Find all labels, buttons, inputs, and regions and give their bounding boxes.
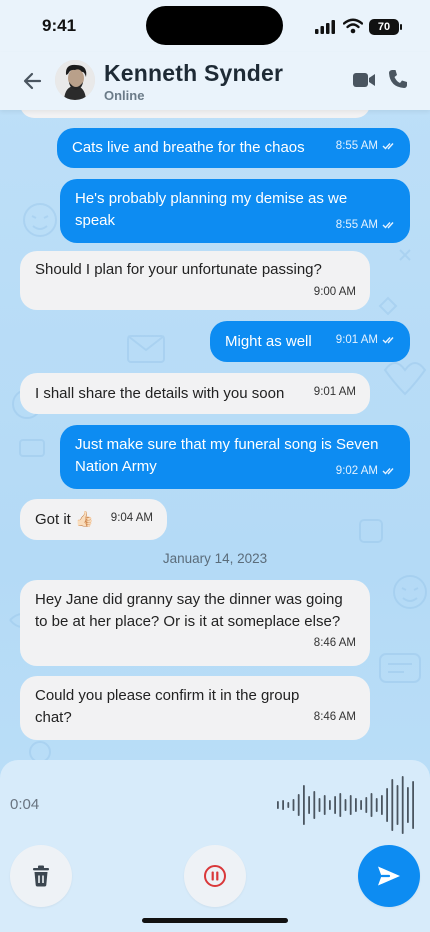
message-time: 9:01 AM (335, 334, 378, 346)
message-time: 9:01 AM (313, 386, 356, 398)
message-bubble-outgoing[interactable]: He's probably planning my demise as we s… (60, 179, 410, 243)
waveform-bar (334, 796, 336, 814)
message-meta: 8:55 AM (336, 135, 396, 157)
message-time: 9:00 AM (313, 286, 356, 298)
waveform-bar (360, 800, 362, 810)
voice-recorder-panel: 0:04 (0, 760, 430, 932)
message-text: Could you please confirm it in the group… (35, 687, 300, 726)
back-arrow-icon[interactable] (20, 68, 46, 94)
waveform-bar (339, 793, 342, 817)
waveform-bar (391, 779, 394, 831)
waveform-bar (329, 800, 331, 810)
waveform-bar (412, 781, 414, 829)
waveform-bar (396, 785, 399, 825)
waveform-bar (365, 797, 368, 813)
waveform-bar (375, 798, 378, 812)
message-text: Hey Jane did granny say the dinner was g… (35, 591, 343, 630)
message-bubble-incoming[interactable]: I shall share the details with you soon … (20, 373, 370, 414)
waveform-bar (401, 776, 404, 834)
message-text: Got it 👍🏻 (35, 511, 94, 528)
message-time: 9:02 AM (335, 465, 378, 477)
message-meta: 9:02 AM (336, 460, 396, 482)
waveform-bar (355, 798, 357, 812)
waveform-bar (292, 799, 295, 811)
waveform-bar (318, 798, 321, 812)
avatar[interactable] (55, 60, 95, 100)
message-bubble-outgoing[interactable]: Just make sure that my funeral song is S… (60, 425, 410, 489)
waveform-bar (297, 794, 300, 816)
message-text: He's probably planning my demise as we s… (75, 190, 348, 229)
pause-recording-button[interactable] (184, 845, 246, 907)
contact-status: Online (104, 88, 145, 103)
double-check-icon (382, 143, 394, 150)
date-separator: January 14, 2023 (162, 551, 268, 566)
waveform-bar (370, 793, 373, 817)
waveform-visualizer (277, 776, 414, 834)
message-text: Should I plan for your unfortunate passi… (35, 261, 322, 278)
avatar-portrait-icon (55, 60, 95, 100)
message-bubble-incoming[interactable]: Could you please confirm it in the group… (20, 676, 370, 740)
message-time: 8:55 AM (335, 140, 378, 152)
waveform-bar (287, 802, 290, 808)
message-time: 8:55 AM (335, 219, 378, 231)
message-time: 8:46 AM (313, 711, 356, 723)
contact-name: Kenneth Synder (104, 60, 284, 86)
pause-icon (204, 865, 226, 887)
message-meta: 8:55 AM (336, 214, 396, 236)
waveform-bar (303, 785, 305, 825)
waveform-bar (407, 787, 409, 823)
message-time: 8:46 AM (313, 637, 356, 649)
message-text: I shall share the details with you soon (35, 385, 285, 402)
message-time: 9:04 AM (110, 512, 153, 524)
message-text: Might as well (225, 333, 312, 350)
waveform-bar (349, 795, 352, 815)
waveform-bar (277, 801, 279, 809)
message-bubble-incoming[interactable]: Hey Jane did granny say the dinner was g… (20, 580, 370, 666)
double-check-icon (382, 222, 394, 229)
message-meta: 9:01 AM (336, 329, 396, 351)
video-camera-icon[interactable] (352, 70, 376, 90)
message-text: Just make sure that my funeral song is S… (75, 436, 379, 475)
delete-recording-button[interactable] (10, 845, 72, 907)
phone-icon[interactable] (387, 68, 409, 90)
waveform-bar (308, 796, 310, 814)
waveform-bar (344, 799, 347, 811)
home-indicator (142, 918, 288, 923)
recording-elapsed-time: 0:04 (10, 796, 40, 813)
waveform-bar (313, 791, 316, 819)
send-button[interactable] (358, 845, 420, 907)
message-bubble-outgoing[interactable]: Cats live and breathe for the chaos 8:55… (57, 128, 410, 168)
send-icon (378, 866, 400, 886)
double-check-icon (382, 468, 394, 475)
chat-header: Kenneth Synder Online (0, 52, 430, 110)
message-text: Cats live and breathe for the chaos (72, 139, 305, 156)
double-check-icon (382, 337, 394, 344)
message-bubble-outgoing[interactable]: Might as well 9:01 AM (210, 321, 410, 362)
waveform-bar (381, 795, 383, 815)
message-bubble-incoming[interactable]: Should I plan for your unfortunate passi… (20, 251, 370, 310)
trash-icon (33, 865, 49, 887)
waveform-bar (386, 788, 388, 822)
chat-screen: 9:41 70 Kenneth Synder Online Cats live … (0, 0, 430, 932)
waveform-bar (323, 795, 326, 815)
waveform-bar (282, 800, 284, 810)
message-bubble-incoming[interactable]: Got it 👍🏻 9:04 AM (20, 499, 167, 540)
